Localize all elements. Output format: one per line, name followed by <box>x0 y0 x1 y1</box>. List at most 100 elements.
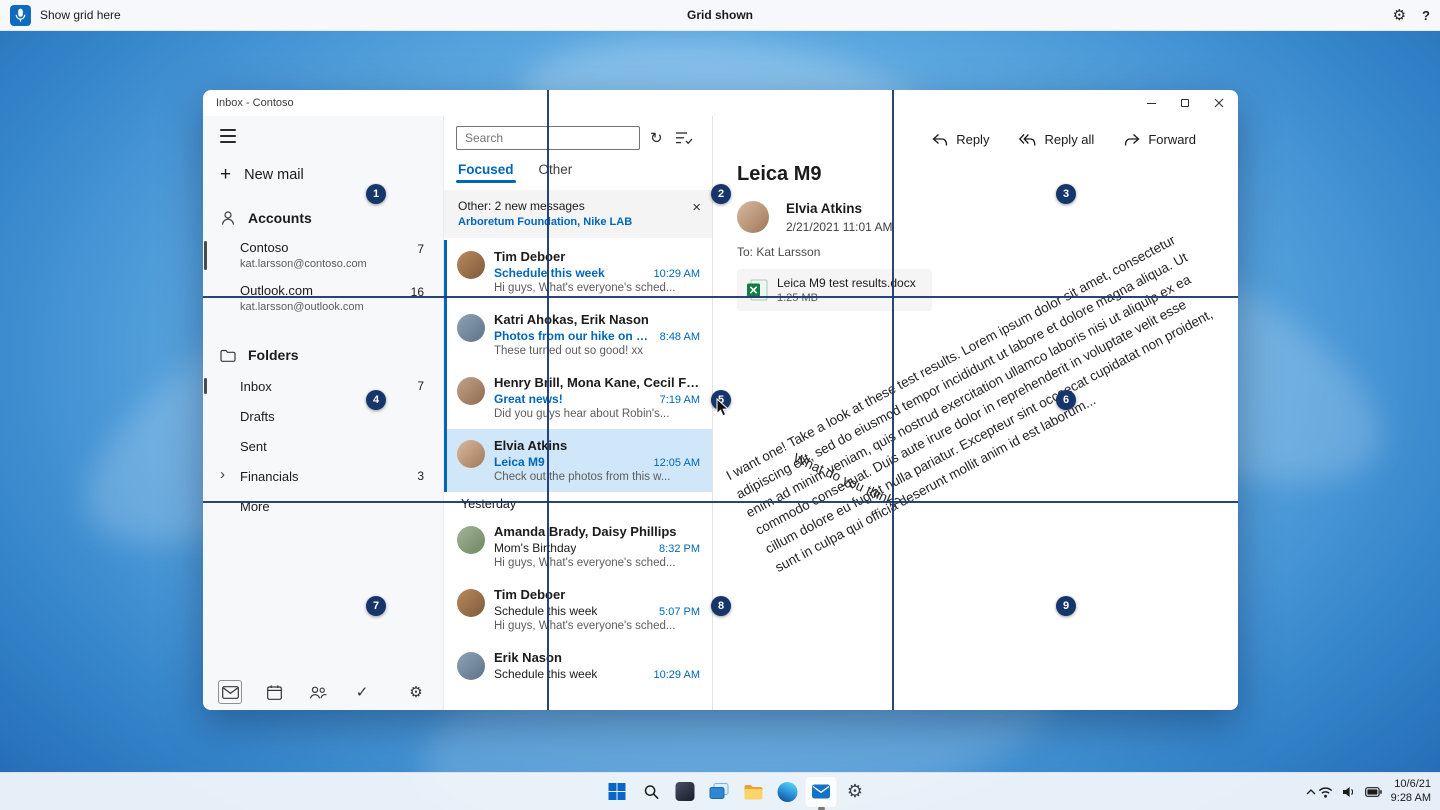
message-sender: Tim Deboer <box>494 249 566 264</box>
taskbar-dark-app-button[interactable] <box>669 776 702 808</box>
settings-app-button[interactable]: ⚙ <box>839 776 872 808</box>
volume-icon[interactable] <box>1342 786 1356 798</box>
people-icon <box>309 686 327 699</box>
todo-nav-icon[interactable]: ✓ <box>350 680 374 704</box>
message-list-item[interactable]: Tim Deboer Schedule this week 5:07 PM Hi… <box>444 578 712 641</box>
reply-all-button[interactable]: Reply all <box>1019 132 1094 147</box>
to-label: To: <box>737 245 754 259</box>
tab-focused[interactable]: Focused <box>456 162 516 183</box>
hamburger-menu-icon[interactable] <box>220 129 236 143</box>
sync-icon[interactable]: ↻ <box>650 129 663 147</box>
system-tray[interactable] <box>1318 786 1382 798</box>
folder-item-financials[interactable]: › Financials 3 <box>203 461 443 491</box>
minimize-button[interactable] <box>1134 90 1168 116</box>
person-icon <box>222 211 234 225</box>
dark-app-icon <box>675 782 695 801</box>
avatar <box>457 314 485 342</box>
voice-settings-gear-icon[interactable]: ⚙ <box>1393 6 1406 24</box>
wifi-icon[interactable] <box>1318 786 1333 798</box>
folder-item-more[interactable]: More <box>203 491 443 521</box>
microphone-icon[interactable] <box>10 4 31 26</box>
plus-icon: + <box>220 164 232 185</box>
folders-header[interactable]: Folders <box>220 347 443 363</box>
message-list-item[interactable]: Tim Deboer Schedule this week 10:29 AM H… <box>444 240 712 303</box>
taskbar-time: 9:28 AM <box>1390 792 1431 805</box>
filter-icon[interactable] <box>675 131 693 145</box>
banner-title: Other: 2 new messages <box>458 199 585 213</box>
account-contoso[interactable]: Contoso kat.larsson@contoso.com 7 <box>203 234 443 277</box>
message-subject-title: Leica M9 <box>737 163 822 185</box>
message-time: 10:29 AM <box>653 669 700 681</box>
message-list-item[interactable]: Amanda Brady, Daisy Phillips Mom's Birth… <box>444 515 712 578</box>
folder-item-drafts[interactable]: Drafts <box>203 401 443 431</box>
accounts-header[interactable]: Accounts <box>220 210 443 226</box>
chevron-right-icon[interactable]: › <box>220 466 225 483</box>
new-mail-button[interactable]: + New mail <box>220 164 443 185</box>
message-body: I want one! Take a look at these test re… <box>724 232 1238 710</box>
message-time: 5:07 PM <box>659 606 700 618</box>
avatar <box>457 526 485 554</box>
settings-gear-icon: ⚙ <box>846 781 864 802</box>
taskbar-date: 10/6/21 <box>1394 777 1431 790</box>
close-button[interactable] <box>1202 90 1236 116</box>
tray-overflow-chevron[interactable] <box>1306 788 1316 795</box>
maximize-button[interactable] <box>1168 90 1202 116</box>
window-titlebar[interactable]: Inbox - Contoso <box>203 90 1238 116</box>
folder-count: 7 <box>417 379 424 393</box>
forward-label: Forward <box>1148 132 1196 147</box>
unread-count: 7 <box>417 242 424 256</box>
message-list-item[interactable]: Henry Brill, Mona Kane, Cecil Fo... Grea… <box>444 366 712 429</box>
folder-item-inbox[interactable]: Inbox 7 <box>203 371 443 401</box>
search-input[interactable] <box>456 126 640 150</box>
calendar-icon <box>266 684 282 700</box>
message-list: Tim Deboer Schedule this week 10:29 AM H… <box>444 240 712 710</box>
folder-item-sent[interactable]: Sent <box>203 431 443 461</box>
folder-count: 3 <box>417 469 424 483</box>
new-mail-label: New mail <box>244 167 304 183</box>
to-value[interactable]: Kat Larsson <box>756 245 820 259</box>
battery-icon[interactable] <box>1365 786 1382 797</box>
forward-button[interactable]: Forward <box>1124 132 1196 147</box>
mail-settings-icon[interactable]: ⚙ <box>404 680 428 704</box>
help-icon[interactable]: ? <box>1422 8 1430 23</box>
tab-other[interactable]: Other <box>539 162 573 183</box>
banner-close-icon[interactable]: × <box>692 199 701 216</box>
message-list-item[interactable]: Katri Ahokas, Erik Nason Photos from our… <box>444 303 712 366</box>
message-preview: Did you guys hear about Robin's... <box>494 408 670 420</box>
folder-name: Drafts <box>240 408 275 424</box>
file-explorer-button[interactable] <box>737 776 770 808</box>
other-messages-banner[interactable]: Other: 2 new messages Arboretum Foundati… <box>444 190 712 238</box>
taskbar-clock[interactable]: 10/6/21 9:28 AM <box>1391 777 1431 807</box>
calendar-nav-icon[interactable] <box>262 680 286 704</box>
message-time: 10:29 AM <box>653 268 700 280</box>
attachment-card[interactable]: Leica M9 test results.docx 1.25 MB <box>737 269 932 311</box>
mail-nav-icon[interactable] <box>218 680 242 704</box>
taskbar-search-button[interactable] <box>635 776 668 808</box>
voice-access-bar: Show grid here Grid shown ⚙ ? <box>0 0 1440 31</box>
message-subject: Schedule this week <box>494 604 598 618</box>
account-outlook[interactable]: Outlook.com kat.larsson@outlook.com 16 <box>203 277 443 320</box>
message-sender: Amanda Brady, Daisy Phillips <box>494 524 677 539</box>
window-title: Inbox - Contoso <box>216 97 294 109</box>
sent-timestamp: 2/21/2021 11:01 AM <box>786 220 893 234</box>
forward-arrow-icon <box>1125 133 1140 146</box>
check-icon: ✓ <box>355 683 369 701</box>
message-preview: Check out the photos from this w... <box>494 471 671 483</box>
unread-count: 16 <box>410 285 424 299</box>
account-name: Outlook.com <box>240 283 313 298</box>
reading-pane: Reply Reply all Forward Leica M9 Elvia A… <box>713 116 1238 710</box>
message-sender: Henry Brill, Mona Kane, Cecil Fo... <box>494 375 700 390</box>
start-button[interactable] <box>601 776 634 808</box>
reply-button[interactable]: Reply <box>932 132 989 147</box>
message-list-item-selected[interactable]: Elvia Atkins Leica M9 12:05 AM Check out… <box>444 429 712 492</box>
mail-app-button[interactable] <box>804 775 838 808</box>
sender-avatar[interactable] <box>737 201 769 233</box>
message-preview: Hi guys, What's everyone's sched... <box>494 620 676 632</box>
task-view-button[interactable] <box>703 776 736 808</box>
edge-browser-button[interactable] <box>771 776 804 808</box>
folder-name: More <box>240 498 270 514</box>
message-list-item[interactable]: Erik Nason Schedule this week 10:29 AM <box>444 641 712 704</box>
reply-all-label: Reply all <box>1044 132 1095 147</box>
message-sender: Erik Nason <box>494 650 562 665</box>
people-nav-icon[interactable] <box>306 680 330 704</box>
